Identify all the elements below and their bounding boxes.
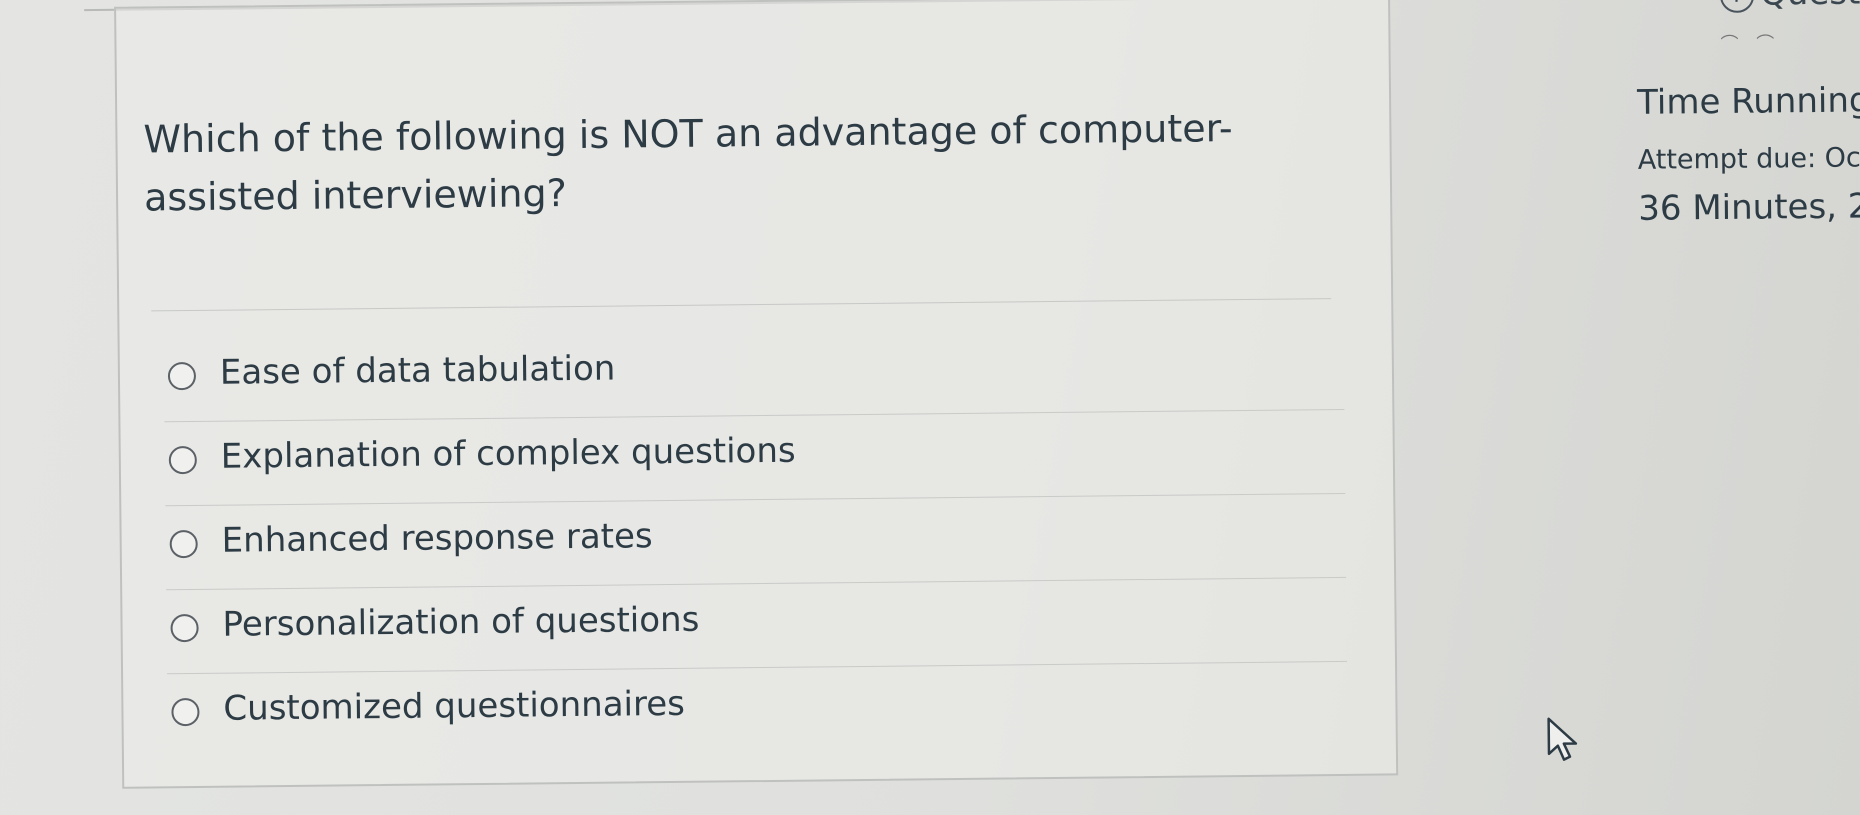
answer-label[interactable]: Personalization of questions (222, 597, 699, 648)
help-label[interactable]: Questi (1760, 0, 1860, 14)
mouse-pointer-icon (1547, 717, 1578, 761)
radio-button[interactable] (168, 445, 197, 475)
answer-list: Ease of data tabulation Explanation of c… (163, 325, 1348, 758)
time-running-label: Time Running: (1636, 80, 1860, 123)
time-remaining: 36 Minutes, 25 (1638, 186, 1860, 229)
attempt-due-text: Attempt due: Oct (1637, 142, 1860, 176)
quiz-sidebar: ? Questi ⌒ ⌒ Time Running: Attempt due: O… (1636, 0, 1860, 798)
answer-option-5[interactable]: Customized questionnaires (167, 662, 1348, 758)
radio-button[interactable] (169, 529, 198, 559)
question-circle-icon: ? (1719, 0, 1755, 13)
answer-option-4[interactable]: Personalization of questions (166, 577, 1348, 675)
answer-label[interactable]: Explanation of complex questions (221, 428, 796, 480)
collapse-arrows-icon: ⌒ ⌒ (1720, 33, 1781, 55)
answer-label[interactable]: Ease of data tabulation (220, 346, 616, 396)
answer-option-2[interactable]: Explanation of complex questions (164, 409, 1346, 507)
radio-button[interactable] (171, 697, 200, 727)
quiz-page: Which of the following is NOT an advanta… (0, 0, 1860, 815)
answer-option-3[interactable]: Enhanced response rates (165, 493, 1347, 591)
answer-option-1[interactable]: Ease of data tabulation (163, 325, 1345, 423)
question-help-link[interactable]: ? Questi (1719, 0, 1860, 14)
radio-button[interactable] (167, 361, 197, 391)
question-text: Which of the following is NOT an advanta… (143, 106, 1233, 220)
radio-button[interactable] (170, 613, 199, 643)
answer-label[interactable]: Enhanced response rates (221, 513, 652, 564)
answer-label[interactable]: Customized questionnaires (223, 681, 685, 732)
